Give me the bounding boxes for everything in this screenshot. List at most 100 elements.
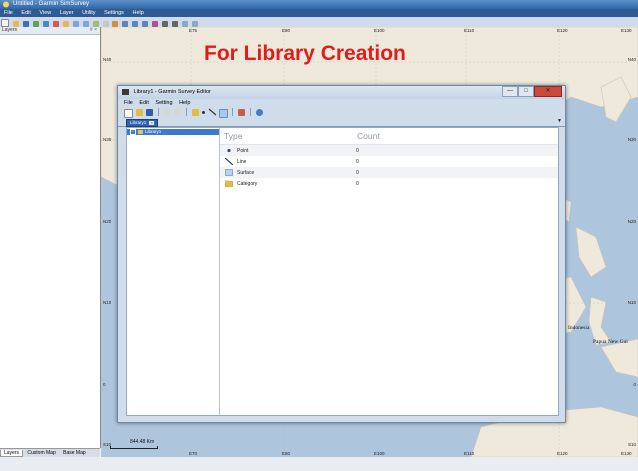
save-library-icon[interactable] [145, 109, 153, 116]
surface-icon [225, 169, 233, 176]
menu-edit[interactable]: Edit [21, 10, 30, 16]
lon-label: E80 [282, 28, 291, 33]
row-type: Point [237, 148, 249, 154]
place-name: Papua New Gui [593, 339, 628, 345]
lat-label: N30 [627, 137, 636, 142]
scale-label: 844.48 Km [130, 439, 155, 445]
lat-label: S10 [627, 442, 636, 447]
layers-panel: Layers # × [0, 27, 101, 448]
status-bar [0, 457, 638, 471]
column-header-count[interactable]: Count [357, 131, 380, 141]
add-point-icon[interactable] [201, 111, 205, 114]
lon-label: E100 [374, 28, 385, 33]
row-count: 0 [356, 148, 359, 154]
cut-icon[interactable] [163, 109, 171, 116]
tab-library1[interactable]: Library1 × [126, 119, 159, 127]
window-controls: — □ ✕ [502, 86, 562, 97]
dialog-toolbar [118, 107, 565, 118]
grid-row-line[interactable]: Line 0 [220, 156, 558, 167]
dialog-menu-help[interactable]: Help [179, 100, 190, 106]
lat-label: N20 [103, 219, 112, 224]
menu-help[interactable]: Help [132, 10, 143, 16]
lon-label: E80 [282, 451, 291, 456]
dialog-menu-edit[interactable]: Edit [139, 100, 148, 106]
dialog-titlebar[interactable]: Library1 - Garmin Survey Editor — □ ✕ [118, 86, 565, 99]
dialog-title: Library1 - Garmin Survey Editor [133, 89, 211, 95]
lon-label: E120 [557, 451, 568, 456]
type-grid: Type Count Point 0 Line 0 Surface 0 Cate… [220, 128, 558, 415]
minimize-button[interactable]: — [502, 86, 518, 97]
add-surface-icon[interactable] [218, 109, 228, 118]
app-logo-icon [3, 1, 9, 8]
add-line-icon[interactable] [208, 108, 217, 116]
maximize-button[interactable]: □ [518, 86, 534, 97]
row-count: 0 [356, 181, 359, 187]
line-icon [225, 158, 233, 165]
dialog-menu-file[interactable]: File [124, 100, 133, 106]
column-header-type[interactable]: Type [224, 131, 242, 141]
layers-panel-title: Layers [2, 27, 18, 33]
lon-label: E120 [557, 28, 568, 33]
toolbar-separator [250, 108, 252, 116]
library-tree: − Library1 [127, 128, 220, 415]
scale-bar-line [110, 446, 158, 449]
row-type: Line [237, 159, 247, 165]
tab-label: Library1 [130, 120, 147, 125]
tab-base-map[interactable]: Base Map [60, 450, 89, 456]
dialog-menubar: File Edit Setting Help [118, 99, 565, 107]
menu-utility[interactable]: Utility [82, 10, 95, 16]
dialog-menu-setting[interactable]: Setting [155, 100, 172, 106]
lon-label: E100 [374, 451, 385, 456]
tab-layers[interactable]: Layers [0, 450, 24, 457]
lon-label: E110 [464, 451, 475, 456]
new-icon[interactable] [1, 19, 9, 27]
folder-icon [225, 180, 233, 187]
document-tab-row: Library1 × ▼ [118, 118, 565, 127]
close-button[interactable]: ✕ [534, 86, 562, 97]
row-count: 0 [356, 170, 359, 176]
menu-file[interactable]: File [4, 10, 13, 16]
paste-icon[interactable] [173, 109, 181, 116]
tree-expander-icon[interactable]: − [130, 129, 136, 135]
menu-view[interactable]: View [39, 10, 51, 16]
app-title-text: Untitled - Garmin SimSurvey [13, 1, 90, 7]
grid-row-category[interactable]: Category 0 [220, 178, 558, 189]
library-folder-icon [138, 130, 143, 134]
new-library-icon[interactable] [124, 109, 133, 118]
scale-bar: 844.48 Km [110, 438, 158, 449]
tab-list-dropdown-icon[interactable]: ▼ [557, 118, 562, 124]
toolbar-separator [185, 108, 187, 116]
survey-editor-window: Library1 - Garmin Survey Editor — □ ✕ Fi… [117, 85, 566, 423]
lat-label: N10 [627, 300, 636, 305]
dialog-body: − Library1 Type Count Point 0 Line 0 Surf… [126, 127, 559, 416]
panel-pin-icon[interactable]: # × [90, 27, 97, 34]
lat-label: N30 [103, 137, 112, 142]
lon-label: E70 [189, 451, 198, 456]
tab-custom-map[interactable]: Custom Map [24, 450, 58, 456]
lon-label: E110 [464, 28, 475, 33]
layers-panel-header: Layers # × [0, 27, 100, 35]
grid-row-point[interactable]: Point 0 [220, 145, 558, 156]
row-type: Category [237, 181, 258, 187]
help-icon[interactable] [256, 109, 264, 116]
app-menubar: File Edit View Layer Utility Settings He… [0, 9, 638, 17]
editor-app-icon [122, 88, 129, 95]
overlay-caption: For Library Creation [204, 42, 406, 65]
open-library-icon[interactable] [135, 109, 143, 116]
delete-item-icon[interactable] [238, 109, 246, 116]
add-category-icon[interactable] [191, 109, 199, 116]
menu-layer[interactable]: Layer [60, 10, 74, 16]
point-icon [227, 148, 231, 153]
grid-row-surface[interactable]: Surface 0 [220, 167, 558, 178]
toolbar-separator [157, 108, 159, 116]
tree-item-library1[interactable]: − Library1 [127, 129, 219, 135]
lon-label: E130 [621, 28, 632, 33]
app-titlebar: Untitled - Garmin SimSurvey [0, 0, 638, 9]
lon-label: E75 [189, 28, 198, 33]
lat-label: N20 [627, 219, 636, 224]
toolbar-separator [232, 108, 234, 116]
tab-close-icon[interactable]: × [149, 121, 155, 125]
menu-settings[interactable]: Settings [104, 10, 124, 16]
place-name: Indonesia [568, 325, 590, 331]
row-count: 0 [356, 159, 359, 165]
